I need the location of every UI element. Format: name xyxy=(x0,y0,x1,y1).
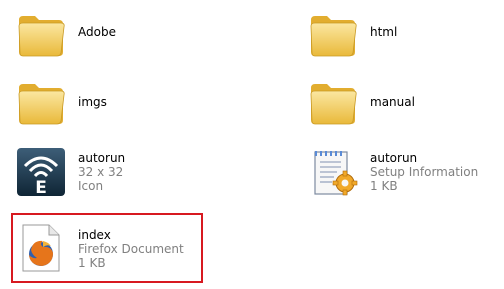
folder-icon xyxy=(307,8,359,60)
svg-text:E: E xyxy=(35,178,47,198)
file-text-group: autorun 32 x 32 Icon xyxy=(78,151,125,193)
file-size: 1 KB xyxy=(370,179,398,193)
file-text-group: autorun Setup Information 1 KB xyxy=(370,151,478,193)
file-name: manual xyxy=(370,95,415,109)
file-name: Adobe xyxy=(78,25,116,39)
file-type: Setup Information xyxy=(370,165,479,179)
autorun-e-icon: E xyxy=(15,146,67,198)
file-item-index[interactable]: index Firefox Document 1 KB xyxy=(15,222,201,278)
file-item-html[interactable]: html xyxy=(307,8,497,62)
file-item-autorun-icon[interactable]: E autorun 32 x 32 Icon xyxy=(15,146,215,202)
file-name: html xyxy=(370,25,398,39)
file-type: Icon xyxy=(78,179,104,193)
firefox-document-icon xyxy=(15,222,67,274)
folder-icon xyxy=(307,76,359,128)
folder-icon xyxy=(15,8,67,60)
file-size: 1 KB xyxy=(78,256,106,270)
file-name: autorun xyxy=(78,151,126,165)
file-name: imgs xyxy=(78,95,107,109)
file-name: index xyxy=(78,228,111,242)
file-dimensions: 32 x 32 xyxy=(78,165,124,179)
file-item-adobe[interactable]: Adobe xyxy=(15,8,215,62)
file-item-autorun-setup[interactable]: autorun Setup Information 1 KB xyxy=(307,146,497,202)
file-item-manual[interactable]: manual xyxy=(307,76,497,130)
file-type: Firefox Document xyxy=(78,242,184,256)
setup-information-icon xyxy=(307,146,359,198)
file-item-imgs[interactable]: imgs xyxy=(15,76,215,130)
file-name: autorun xyxy=(370,151,418,165)
file-text-group: index Firefox Document 1 KB xyxy=(78,228,184,270)
folder-icon xyxy=(15,76,67,128)
